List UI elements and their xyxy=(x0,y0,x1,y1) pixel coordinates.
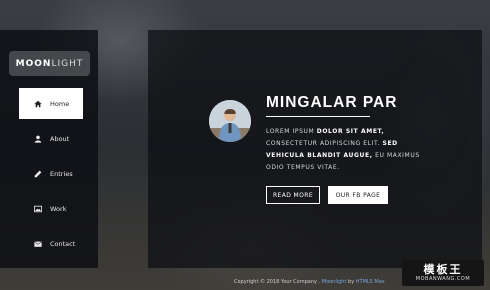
nav-item-work[interactable]: Work xyxy=(19,193,83,224)
intro-text-part: CONSECTETUR ADIPISCING ELIT. xyxy=(266,140,383,147)
nav-item-about[interactable]: About xyxy=(19,123,83,154)
watermark-cn: 模板王 xyxy=(423,262,463,276)
copyright-text: Copyright © 2018 Your Company . xyxy=(234,279,322,285)
pencil-icon xyxy=(33,169,42,178)
user-icon xyxy=(33,134,42,143)
envelope-icon xyxy=(33,239,42,248)
footer-by: by xyxy=(346,279,356,285)
footer: Copyright © 2018 Your Company . Moonligh… xyxy=(234,279,385,285)
logo-bold: MOON xyxy=(15,58,52,69)
profile-avatar xyxy=(209,100,251,142)
image-icon xyxy=(33,204,42,213)
title-divider xyxy=(266,116,370,117)
nav-item-label: Work xyxy=(50,204,67,213)
nav-item-label: Home xyxy=(50,99,70,108)
intro-text-part: LOREM IPSUM xyxy=(266,128,317,135)
read-more-button[interactable]: READ MORE xyxy=(266,186,320,204)
intro-panel: MINGALAR PAR LOREM IPSUM DOLOR SIT AMET,… xyxy=(148,30,482,268)
page-title: MINGALAR PAR xyxy=(266,94,398,111)
theme-link[interactable]: Moonlight xyxy=(322,279,347,285)
nav-item-label: About xyxy=(50,134,70,143)
intro-text-bold: DOLOR SIT AMET, xyxy=(316,128,385,135)
watermark-logo: 模板王 MOBANWANG.COM xyxy=(402,260,484,286)
nav-item-home[interactable]: Home xyxy=(19,88,83,119)
main-nav: Home About Entries Work Contact xyxy=(19,88,83,263)
watermark-en: MOBANWANG.COM xyxy=(415,275,471,282)
nav-item-label: Entries xyxy=(50,169,73,178)
nav-item-label: Contact xyxy=(50,239,76,248)
nav-item-entries[interactable]: Entries xyxy=(19,158,83,189)
fb-page-button[interactable]: OUR FB PAGE xyxy=(328,186,388,204)
site-logo[interactable]: MOON LIGHT xyxy=(9,51,90,76)
home-icon xyxy=(33,99,42,108)
logo-light: LIGHT xyxy=(51,58,84,69)
sidebar: MOON LIGHT Home About Entries Work Conta… xyxy=(0,30,98,268)
source-link[interactable]: HTML5 Max xyxy=(356,279,385,285)
intro-text: LOREM IPSUM DOLOR SIT AMET, CONSECTETUR … xyxy=(266,126,424,174)
nav-item-contact[interactable]: Contact xyxy=(19,228,83,259)
